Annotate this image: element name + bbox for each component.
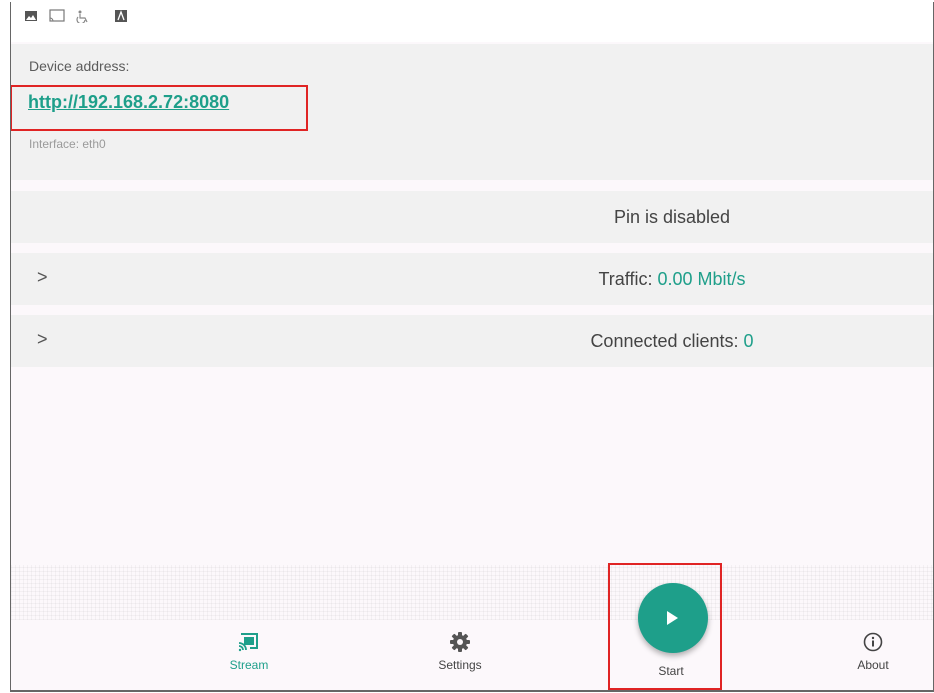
clients-label: Connected clients: [590, 331, 744, 351]
accessibility-icon [76, 10, 88, 23]
info-icon [863, 632, 883, 652]
traffic-label: Traffic: [598, 269, 658, 289]
nav-item-stream[interactable]: Stream [189, 620, 309, 690]
clients-value: 0 [743, 331, 754, 351]
highlight-box-address [11, 85, 308, 131]
nav-item-about[interactable]: About [813, 620, 933, 690]
cast-status-icon [49, 9, 65, 22]
app-window: Device address: http://192.168.2.72:8080… [10, 2, 934, 692]
nav-item-settings[interactable]: Settings [400, 620, 520, 690]
device-address-label: Device address: [29, 58, 130, 74]
traffic-value: 0.00 Mbit/s [657, 269, 746, 289]
image-icon [25, 11, 37, 21]
traffic-text: Traffic: 0.00 Mbit/s [11, 269, 933, 290]
connected-clients-row[interactable]: > Connected clients: 0 [11, 315, 933, 367]
cast-icon [238, 633, 258, 652]
clients-text: Connected clients: 0 [11, 331, 933, 352]
interface-label: Interface: eth0 [29, 137, 106, 151]
traffic-row[interactable]: > Traffic: 0.00 Mbit/s [11, 253, 933, 305]
status-bar [11, 2, 933, 42]
gear-icon [450, 632, 470, 652]
nav-label-settings: Settings [438, 658, 482, 672]
nav-label-about: About [857, 658, 889, 672]
nav-label-stream: Stream [229, 658, 269, 672]
app-status-icon [115, 10, 127, 22]
pin-status-text: Pin is disabled [613, 207, 731, 227]
pin-status-row: Pin is disabled [11, 191, 933, 243]
highlight-box-start [608, 563, 722, 690]
bottom-navigation: Stream Settings Start About [11, 620, 933, 690]
nav-shadow-area [11, 565, 933, 620]
